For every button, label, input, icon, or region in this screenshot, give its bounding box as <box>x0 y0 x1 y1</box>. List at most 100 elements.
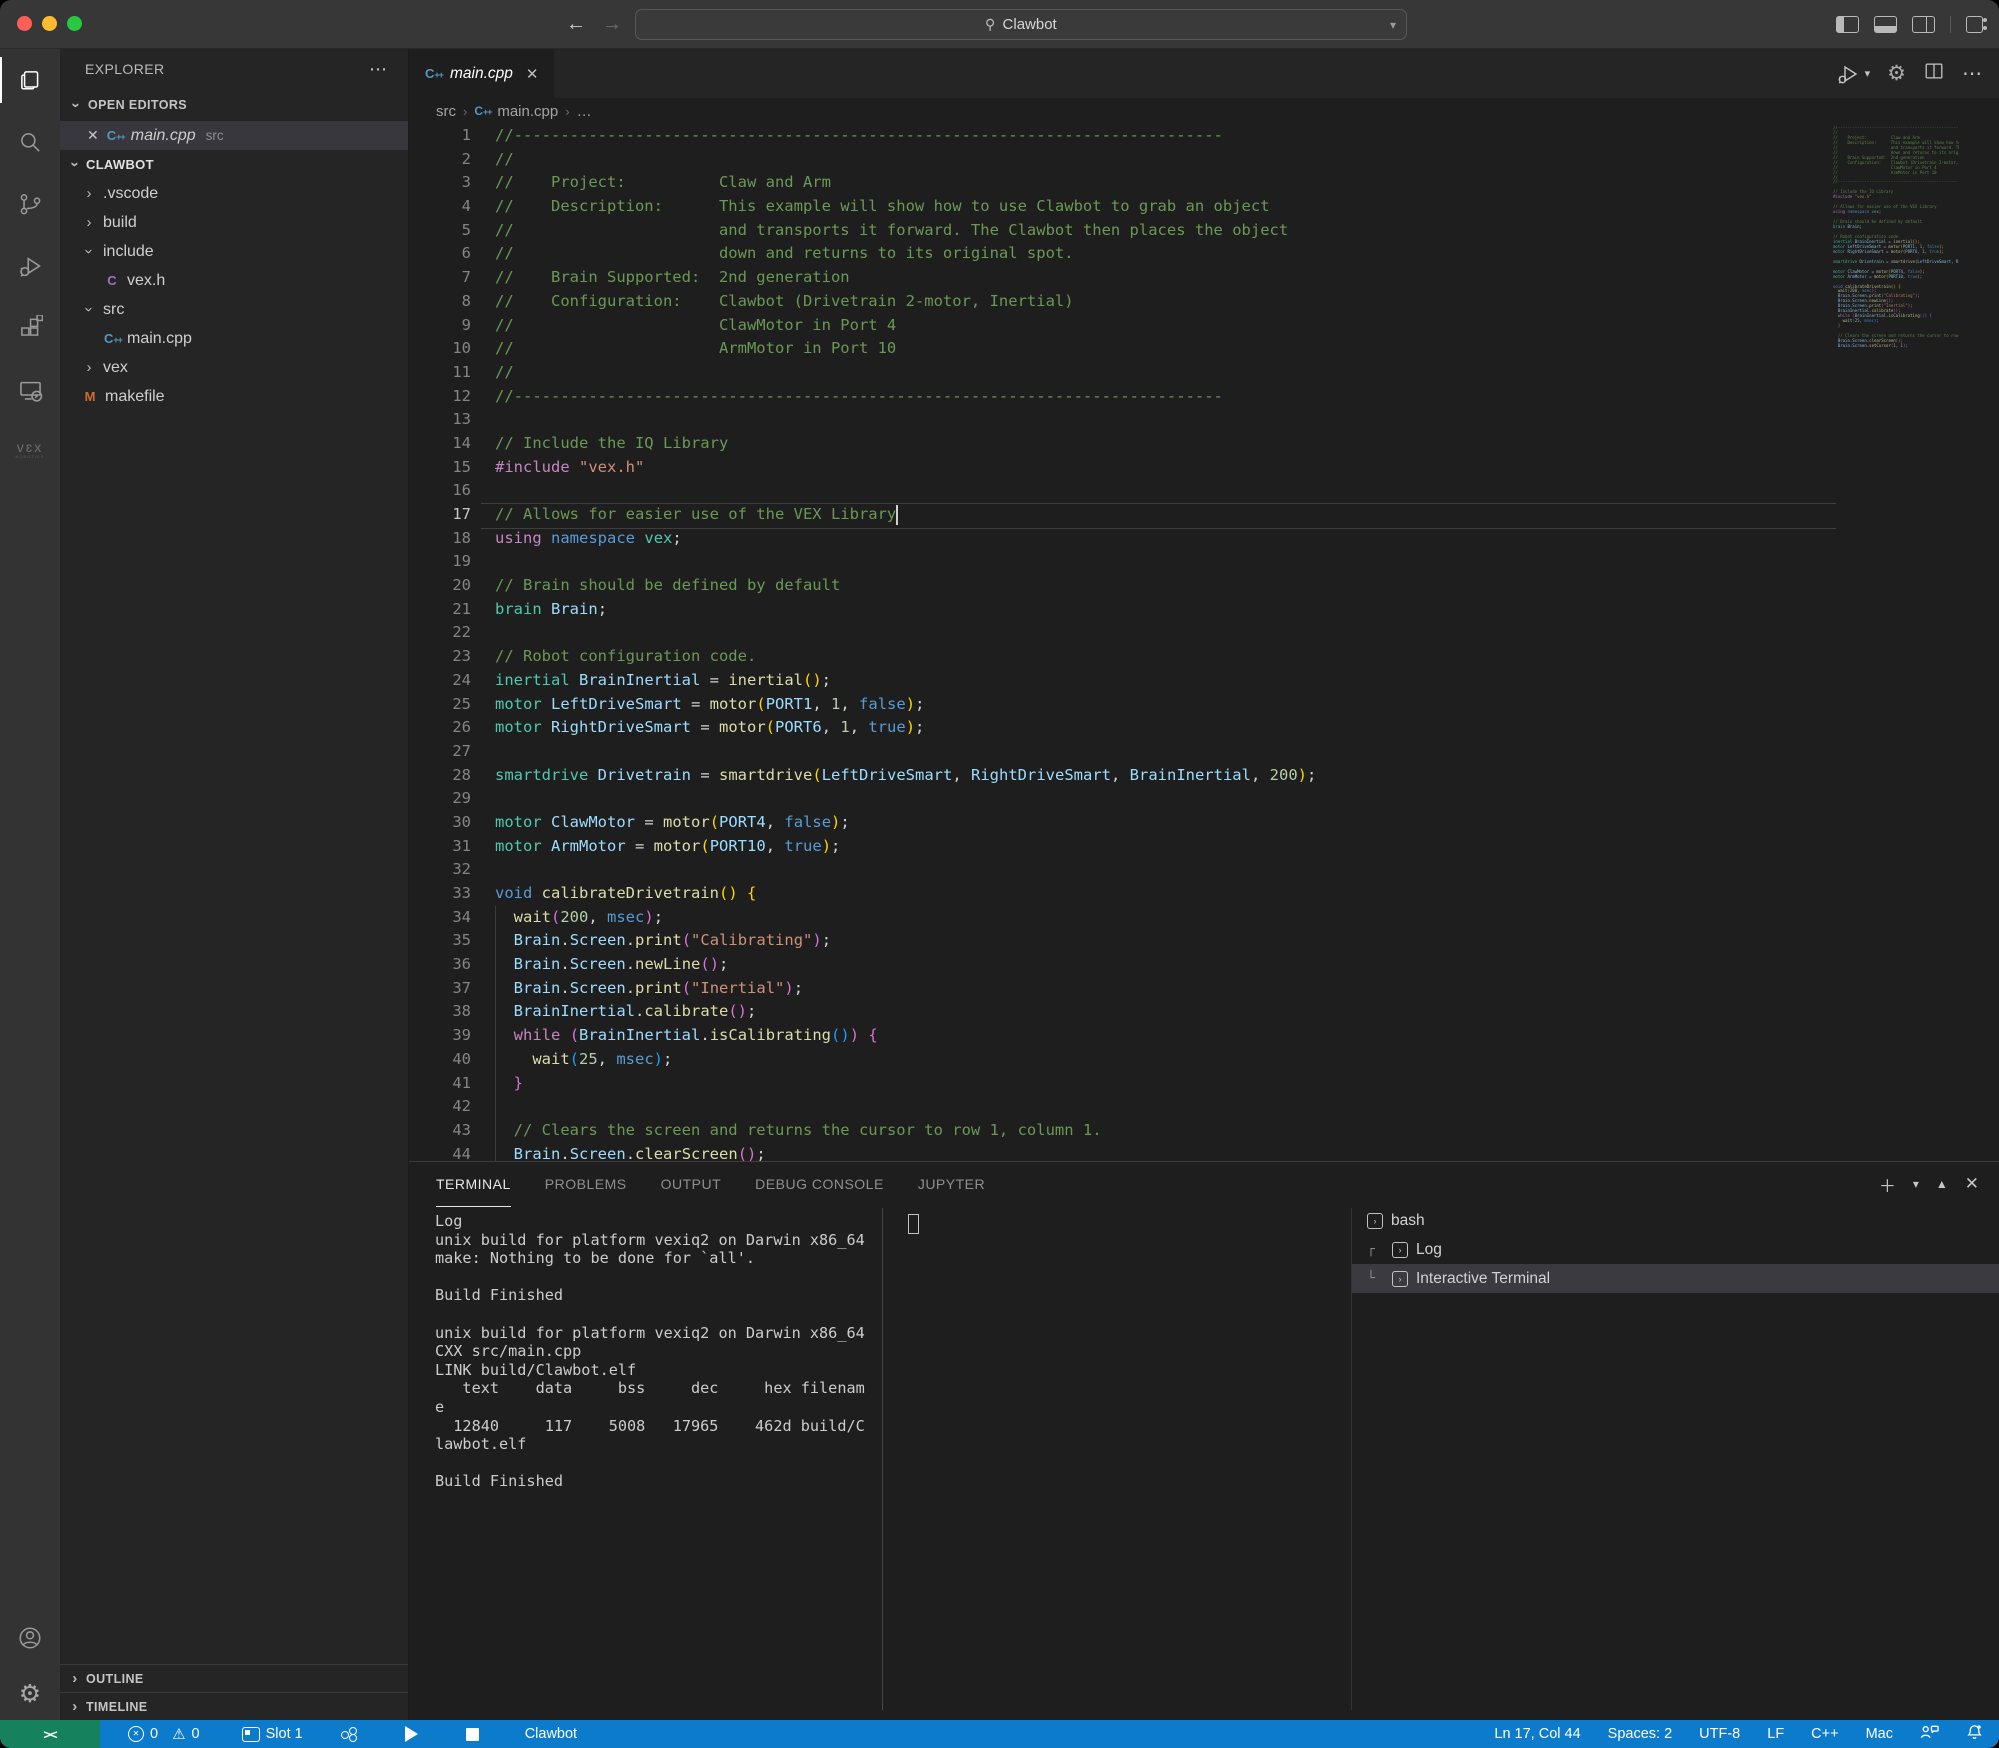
search-view-icon[interactable] <box>0 111 60 173</box>
settings-gear-icon[interactable]: ⚙ <box>0 1674 60 1714</box>
run-dropdown-chevron-icon[interactable]: ▾ <box>1865 67 1871 80</box>
code-line-1[interactable]: 1 //-------------------------------------… <box>409 124 1999 148</box>
code-line-5[interactable]: 5 // and transports it forward. The Clawb… <box>409 219 1999 243</box>
run-or-debug-button[interactable] <box>1836 62 1860 86</box>
tree-item-vex.h[interactable]: Cvex.h <box>60 266 408 295</box>
split-editor-icon[interactable] <box>1923 60 1945 87</box>
code-line-37[interactable]: 37 Brain.Screen.print("Inertial"); <box>409 977 1999 1001</box>
code-editor[interactable]: 1 //-------------------------------------… <box>409 124 1999 1161</box>
panel-tab-problems[interactable]: PROBLEMS <box>545 1162 627 1207</box>
panel-tab-terminal[interactable]: TERMINAL <box>436 1162 511 1207</box>
code-line-42[interactable]: 42 <box>409 1095 1999 1119</box>
terminal-list-item-interactive-terminal[interactable]: └ › Interactive Terminal <box>1352 1264 1999 1293</box>
tree-item-.vscode[interactable]: › .vscode <box>60 179 408 208</box>
code-line-44[interactable]: 44 Brain.Screen.clearScreen(); <box>409 1143 1999 1161</box>
extensions-icon[interactable] <box>0 297 60 359</box>
code-line-35[interactable]: 35 Brain.Screen.print("Calibrating"); <box>409 929 1999 953</box>
close-tab-icon[interactable]: ✕ <box>526 65 539 83</box>
minimize-window-button[interactable] <box>42 16 57 31</box>
code-line-11[interactable]: 11 // <box>409 361 1999 385</box>
code-line-40[interactable]: 40 wait(25, msec); <box>409 1048 1999 1072</box>
terminal-list-item-log[interactable]: ┌ › Log <box>1352 1235 1999 1264</box>
run-project-button[interactable] <box>404 1726 418 1742</box>
source-control-icon[interactable] <box>0 173 60 235</box>
code-line-31[interactable]: 31 motor ArmMotor = motor(PORT10, true); <box>409 835 1999 859</box>
stop-project-button[interactable] <box>465 1727 479 1741</box>
code-line-33[interactable]: 33 void calibrateDrivetrain() { <box>409 882 1999 906</box>
vex-radio-button[interactable] <box>340 1727 359 1742</box>
panel-tab-debug-console[interactable]: DEBUG CONSOLE <box>755 1162 884 1207</box>
code-line-14[interactable]: 14 // Include the IQ Library <box>409 432 1999 456</box>
toggle-secondary-sidebar-icon[interactable] <box>1912 15 1935 33</box>
code-line-7[interactable]: 7 // Brain Supported: 2nd generation <box>409 266 1999 290</box>
terminal-dropdown-chevron-icon[interactable]: ▾ <box>1913 1177 1919 1191</box>
code-line-26[interactable]: 26 motor RightDriveSmart = motor(PORT6, 1… <box>409 716 1999 740</box>
notifications-bell-icon[interactable] <box>1966 1724 1983 1745</box>
explorer-more-actions-icon[interactable]: ⋯ <box>369 59 388 80</box>
toggle-sidebar-icon[interactable] <box>1836 15 1859 33</box>
explorer-icon[interactable] <box>0 49 60 111</box>
code-line-13[interactable]: 13 <box>409 408 1999 432</box>
new-terminal-icon[interactable]: ＋ <box>1879 1172 1896 1197</box>
code-line-39[interactable]: 39 while (BrainInertial.isCalibrating())… <box>409 1024 1999 1048</box>
tree-item-makefile[interactable]: Mmakefile <box>60 382 408 411</box>
customize-layout-icon[interactable] <box>1966 15 1987 33</box>
code-line-9[interactable]: 9 // ClawMotor in Port 4 <box>409 314 1999 338</box>
tree-item-src[interactable]: › src <box>60 295 408 324</box>
platform-status[interactable]: Mac <box>1866 1726 1893 1742</box>
timeline-section[interactable]: › TIMELINE <box>60 1692 408 1720</box>
code-line-27[interactable]: 27 <box>409 740 1999 764</box>
navigate-back-icon[interactable]: ← <box>566 13 586 36</box>
breadcrumb-src[interactable]: src <box>436 103 456 120</box>
code-line-18[interactable]: 18 using namespace vex; <box>409 527 1999 551</box>
breadcrumb-symbol[interactable]: … <box>577 103 592 120</box>
remote-indicator[interactable]: >< <box>0 1720 100 1748</box>
project-name-status[interactable]: Clawbot <box>525 1726 577 1742</box>
open-editor-item-main.cpp[interactable]: ✕ C++ main.cpp src <box>60 121 408 150</box>
code-line-28[interactable]: 28 smartdrive Drivetrain = smartdrive(Lef… <box>409 764 1999 788</box>
cursor-position-status[interactable]: Ln 17, Col 44 <box>1494 1726 1580 1742</box>
code-line-2[interactable]: 2 // <box>409 148 1999 172</box>
code-line-6[interactable]: 6 // down and returns to its original spo… <box>409 242 1999 266</box>
code-line-16[interactable]: 16 <box>409 479 1999 503</box>
terminal-list-item-bash[interactable]: › bash <box>1352 1206 1999 1235</box>
code-line-22[interactable]: 22 <box>409 621 1999 645</box>
breadcrumb-file[interactable]: main.cpp <box>497 103 558 120</box>
feedback-icon[interactable] <box>1920 1724 1939 1744</box>
run-and-debug-icon[interactable] <box>0 235 60 297</box>
problems-status[interactable]: ✕ 0 ⚠ 0 <box>128 1725 200 1743</box>
close-window-button[interactable] <box>17 16 32 31</box>
code-line-21[interactable]: 21 brain Brain; <box>409 598 1999 622</box>
code-line-24[interactable]: 24 inertial BrainInertial = inertial(); <box>409 669 1999 693</box>
terminal-output[interactable]: Log unix build for platform vexiq2 on Da… <box>435 1212 865 1491</box>
close-panel-icon[interactable]: ✕ <box>1965 1174 1979 1194</box>
panel-tab-jupyter[interactable]: JUPYTER <box>918 1162 985 1207</box>
code-line-36[interactable]: 36 Brain.Screen.newLine(); <box>409 953 1999 977</box>
code-line-38[interactable]: 38 BrainInertial.calibrate(); <box>409 1000 1999 1024</box>
minimap[interactable]: //--------------------------------------… <box>1833 126 1959 349</box>
code-line-30[interactable]: 30 motor ClawMotor = motor(PORT4, false); <box>409 811 1999 835</box>
more-actions-icon[interactable]: ⋯ <box>1962 61 1983 86</box>
eol-status[interactable]: LF <box>1767 1726 1784 1742</box>
vex-extension-icon[interactable]: vɛx ROBOTICS <box>0 421 60 483</box>
editor-settings-gear-icon[interactable]: ⚙ <box>1887 61 1906 86</box>
indentation-status[interactable]: Spaces: 2 <box>1608 1726 1673 1742</box>
code-line-29[interactable]: 29 <box>409 787 1999 811</box>
code-line-12[interactable]: 12 //------------------------------------… <box>409 385 1999 409</box>
code-line-8[interactable]: 8 // Configuration: Clawbot (Drivetrain 2… <box>409 290 1999 314</box>
tree-item-vex[interactable]: › vex <box>60 353 408 382</box>
navigate-forward-icon[interactable]: → <box>602 13 622 36</box>
encoding-status[interactable]: UTF-8 <box>1699 1726 1740 1742</box>
maximize-panel-icon[interactable]: ▲ <box>1936 1177 1948 1191</box>
code-line-43[interactable]: 43 // Clears the screen and returns the … <box>409 1119 1999 1143</box>
code-line-3[interactable]: 3 // Project: Claw and Arm <box>409 171 1999 195</box>
terminal-split-divider[interactable] <box>882 1208 883 1710</box>
code-line-25[interactable]: 25 motor LeftDriveSmart = motor(PORT1, 1,… <box>409 693 1999 717</box>
code-line-41[interactable]: 41 } <box>409 1072 1999 1096</box>
code-line-20[interactable]: 20 // Brain should be defined by default <box>409 574 1999 598</box>
code-line-4[interactable]: 4 // Description: This example will show … <box>409 195 1999 219</box>
slot-selector[interactable]: Slot 1 <box>241 1726 303 1742</box>
language-mode-status[interactable]: C++ <box>1811 1726 1838 1742</box>
workspace-root-clawbot[interactable]: › CLAWBOT <box>60 150 408 179</box>
command-center-search[interactable]: ⚲ Clawbot ▾ <box>635 9 1407 40</box>
